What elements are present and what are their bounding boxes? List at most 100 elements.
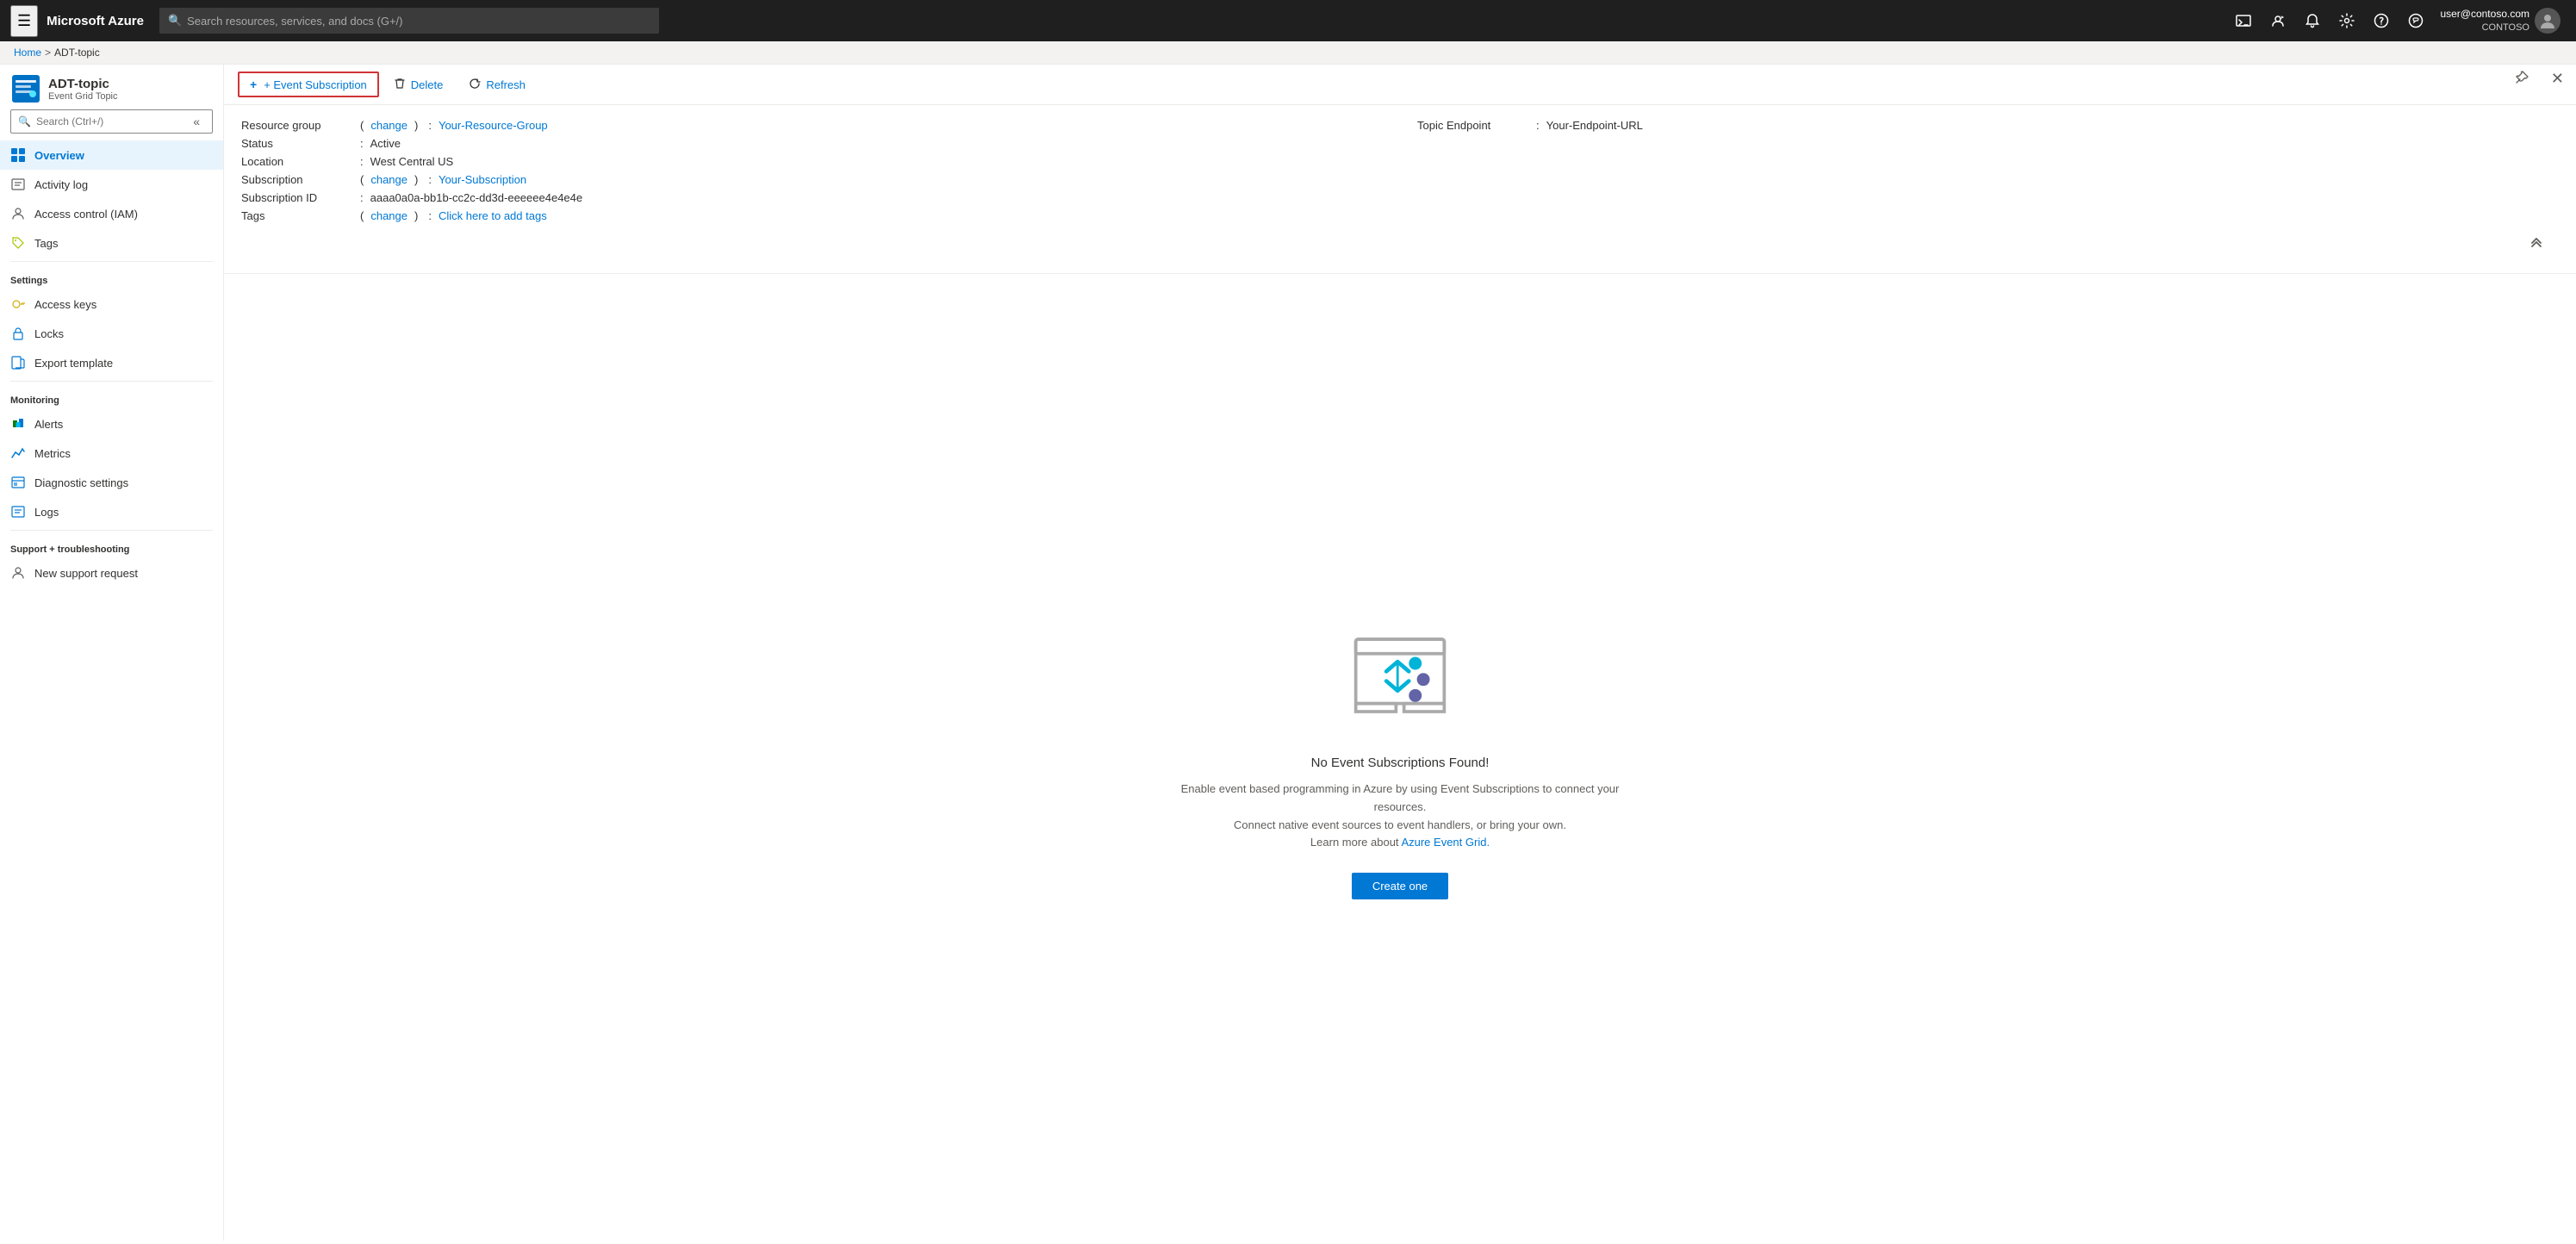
resource-icon: [10, 73, 41, 104]
tags-add-link[interactable]: Click here to add tags: [439, 209, 547, 222]
empty-state-icon: [1340, 615, 1460, 738]
sidebar-item-label: Export template: [34, 357, 113, 370]
diagnostic-settings-icon: [10, 475, 26, 490]
sidebar-item-access-keys[interactable]: Access keys: [0, 289, 223, 319]
app-logo: Microsoft Azure: [47, 14, 144, 28]
subscription-id-value: aaaa0a0a-bb1b-cc2c-dd3d-eeeeee4e4e4e: [370, 191, 583, 204]
refresh-icon: [469, 78, 481, 92]
settings-button[interactable]: [2331, 5, 2362, 36]
subscription-id-label: Subscription ID: [241, 191, 353, 204]
status-row: Status : Active: [241, 137, 1383, 150]
empty-desc-line2: Connect native event sources to event ha…: [1234, 818, 1566, 831]
delete-button[interactable]: Delete: [383, 72, 455, 97]
resource-group-change-link[interactable]: change: [370, 119, 408, 132]
topnav-icons: user@contoso.com CONTOSO: [2228, 5, 2566, 36]
metrics-icon: [10, 445, 26, 461]
sidebar-item-alerts[interactable]: Alerts: [0, 409, 223, 439]
sidebar-search-input[interactable]: [36, 115, 183, 128]
settings-divider: [10, 261, 213, 262]
support-divider: [10, 530, 213, 531]
sidebar-resource-subtitle: Event Grid Topic: [48, 91, 118, 102]
search-input[interactable]: [187, 15, 650, 28]
close-button[interactable]: ✕: [2546, 65, 2569, 93]
notification-button[interactable]: [2297, 5, 2328, 36]
sidebar-item-label: Alerts: [34, 418, 63, 431]
help-button[interactable]: [2366, 5, 2397, 36]
avatar: [2535, 8, 2560, 34]
sidebar-item-export-template[interactable]: Export template: [0, 348, 223, 377]
info-left-col: Resource group (change) : Your-Resource-…: [241, 119, 1383, 227]
logs-icon: [10, 504, 26, 519]
sidebar-search-icon: 🔍: [18, 115, 31, 128]
plus-icon: +: [250, 78, 257, 91]
subscription-change-link[interactable]: change: [370, 173, 408, 186]
empty-state: No Event Subscriptions Found! Enable eve…: [224, 274, 2576, 1241]
sidebar-item-logs[interactable]: Logs: [0, 497, 223, 526]
sidebar-item-label: Logs: [34, 506, 59, 519]
settings-section-label: Settings: [0, 265, 223, 289]
subscription-id-row: Subscription ID : aaaa0a0a-bb1b-cc2c-dd3…: [241, 191, 1383, 204]
pin-button[interactable]: [2509, 65, 2535, 95]
sidebar-item-label: Overview: [34, 149, 84, 162]
resource-group-value[interactable]: Your-Resource-Group: [439, 119, 548, 132]
search-icon: 🔍: [168, 14, 182, 28]
sidebar-header: ADT-topic Event Grid Topic: [0, 65, 223, 109]
user-email: user@contoso.com: [2440, 8, 2529, 22]
monitoring-divider: [10, 381, 213, 382]
event-subscription-label: + Event Subscription: [264, 78, 367, 91]
access-control-icon: [10, 206, 26, 221]
sidebar-item-metrics[interactable]: Metrics: [0, 439, 223, 468]
feedback-button[interactable]: [2400, 5, 2431, 36]
create-one-button[interactable]: Create one: [1352, 873, 1448, 899]
sidebar-item-access-control[interactable]: Access control (IAM): [0, 199, 223, 228]
hamburger-menu-button[interactable]: ☰: [10, 5, 38, 37]
collapse-info-button[interactable]: [2521, 231, 2552, 256]
resource-group-row: Resource group (change) : Your-Resource-…: [241, 119, 1383, 132]
tags-change-link[interactable]: change: [370, 209, 408, 222]
monitoring-section-label: Monitoring: [0, 385, 223, 409]
location-value: West Central US: [370, 155, 454, 168]
resource-group-label: Resource group: [241, 119, 353, 132]
breadcrumb-home[interactable]: Home: [14, 47, 41, 59]
alerts-icon: [10, 416, 26, 432]
subscription-row: Subscription (change) : Your-Subscriptio…: [241, 173, 1383, 186]
user-profile[interactable]: user@contoso.com CONTOSO: [2435, 8, 2566, 34]
activity-log-icon: [10, 177, 26, 192]
locks-icon: [10, 326, 26, 341]
subscription-value[interactable]: Your-Subscription: [439, 173, 526, 186]
directory-button[interactable]: [2262, 5, 2293, 36]
subscription-label: Subscription: [241, 173, 353, 186]
empty-state-title: No Event Subscriptions Found!: [1311, 756, 1490, 770]
support-section-label: Support + troubleshooting: [0, 534, 223, 558]
global-search-box: 🔍: [159, 8, 659, 34]
user-tenant: CONTOSO: [2440, 22, 2529, 34]
user-info: user@contoso.com CONTOSO: [2440, 8, 2529, 34]
sidebar-item-diagnostic-settings[interactable]: Diagnostic settings: [0, 468, 223, 497]
topic-endpoint-row: Topic Endpoint : Your-Endpoint-URL: [1417, 119, 2559, 132]
main-layout: ADT-topic Event Grid Topic 🔍 « Overview …: [0, 65, 2576, 1241]
empty-state-description: Enable event based programming in Azure …: [1159, 781, 1641, 852]
breadcrumb-current: ADT-topic: [54, 47, 100, 59]
sidebar-title-block: ADT-topic Event Grid Topic: [48, 77, 118, 102]
event-subscription-button[interactable]: + + Event Subscription: [238, 72, 379, 97]
breadcrumb-separator: >: [45, 47, 51, 59]
info-right-col: Topic Endpoint : Your-Endpoint-URL: [1417, 119, 2559, 227]
cloud-shell-button[interactable]: [2228, 5, 2259, 36]
sidebar-item-overview[interactable]: Overview: [0, 140, 223, 170]
refresh-button[interactable]: Refresh: [457, 72, 537, 97]
sidebar-item-locks[interactable]: Locks: [0, 319, 223, 348]
empty-desc-line3-prefix: Learn more about: [1310, 836, 1402, 849]
support-icon: [10, 565, 26, 581]
sidebar-item-new-support-request[interactable]: New support request: [0, 558, 223, 588]
azure-event-grid-link[interactable]: Azure Event Grid.: [1401, 836, 1490, 849]
sidebar-item-tags[interactable]: Tags: [0, 228, 223, 258]
toolbar: + + Event Subscription Delete Refresh: [224, 65, 2576, 105]
tags-icon: [10, 235, 26, 251]
topic-endpoint-value: Your-Endpoint-URL: [1546, 119, 1643, 132]
sidebar-item-label: New support request: [34, 567, 138, 580]
sidebar-item-activity-log[interactable]: Activity log: [0, 170, 223, 199]
location-row: Location : West Central US: [241, 155, 1383, 168]
sidebar-collapse-button[interactable]: «: [188, 113, 205, 130]
topic-endpoint-label: Topic Endpoint: [1417, 119, 1529, 132]
status-value: Active: [370, 137, 401, 150]
